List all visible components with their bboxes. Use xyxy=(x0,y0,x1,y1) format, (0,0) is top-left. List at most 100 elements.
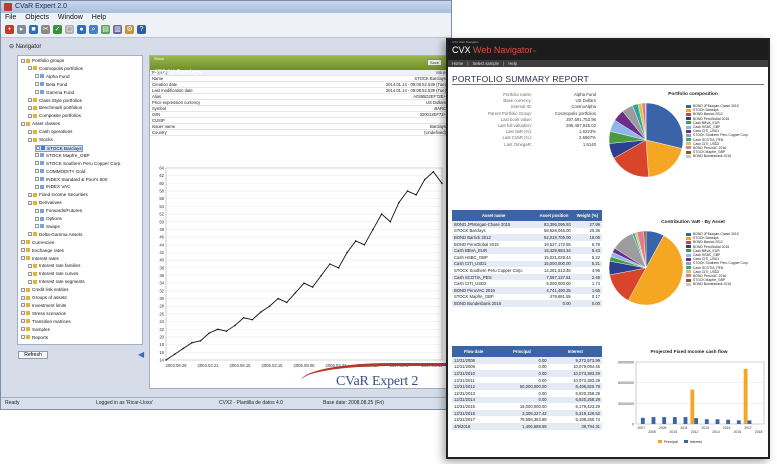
tree-expander-icon[interactable]: - xyxy=(21,319,25,324)
tree-expander-icon[interactable] xyxy=(35,216,39,221)
column-header[interactable]: Principal xyxy=(495,346,549,357)
tree-item[interactable]: - Composite portfolios xyxy=(28,113,81,118)
tree-expander-icon[interactable]: - xyxy=(28,105,32,110)
tree-expander-icon[interactable]: - xyxy=(28,271,32,276)
nav-select-sample[interactable]: Select sample xyxy=(473,61,499,66)
tree-expander-icon[interactable]: - xyxy=(21,287,25,292)
settings-icon[interactable]: ⚙ xyxy=(125,25,134,34)
tree-expander-icon[interactable]: - xyxy=(28,192,32,197)
tree-item[interactable]: - Stocks xyxy=(28,137,53,142)
tree-expander-icon[interactable]: - xyxy=(28,232,32,237)
chart-icon[interactable]: ▤ xyxy=(101,25,110,34)
cut-icon[interactable]: ✂ xyxy=(41,25,50,34)
tree-item[interactable]: - Samples xyxy=(21,327,50,332)
tree-item[interactable]: Swaps xyxy=(35,224,60,229)
menu-help[interactable]: Help xyxy=(92,14,106,21)
tree-item[interactable]: COMMODITY Gold xyxy=(35,169,85,174)
help-icon[interactable]: ? xyxy=(137,25,146,34)
tree-item[interactable]: - Credit risk entities xyxy=(21,287,69,292)
tree-item[interactable]: Forwards/Futures xyxy=(35,208,82,213)
tree-item[interactable]: - Portfolio groups xyxy=(21,58,64,63)
property-row[interactable]: Country (Undefined) xyxy=(150,129,448,136)
tree-expander-icon[interactable]: - xyxy=(28,66,32,71)
new-icon[interactable]: + xyxy=(5,25,14,34)
tree-expander-icon[interactable]: - xyxy=(21,327,25,332)
tree-expander-icon[interactable] xyxy=(35,82,39,87)
tree-expander-icon[interactable]: - xyxy=(21,256,25,260)
app-titlebar[interactable]: CVaR Expert 2.0 xyxy=(1,1,451,13)
tree-expander-icon[interactable] xyxy=(35,153,39,158)
tree-expander-icon[interactable]: - xyxy=(21,335,25,339)
tree-item[interactable]: - Investment limits xyxy=(21,303,66,308)
tree-item[interactable]: - Cosmopolis portfolios xyxy=(28,66,83,71)
tree-item[interactable]: - Currencies xyxy=(21,240,54,245)
column-header[interactable]: Interest xyxy=(548,346,602,357)
tree-item[interactable]: Alpha Fund xyxy=(35,74,70,79)
tree-expander-icon[interactable] xyxy=(35,184,39,189)
menu-window[interactable]: Window xyxy=(58,14,83,21)
nav-home[interactable]: Home xyxy=(452,61,463,66)
tree-expander-icon[interactable]: - xyxy=(21,303,25,308)
tree-item[interactable]: INDEX VAC xyxy=(35,184,70,189)
tree-item[interactable]: - Benchmark portfolios xyxy=(28,105,82,110)
refresh-button[interactable]: Refresh xyxy=(18,351,48,359)
tree-item[interactable]: - Transition matrices xyxy=(21,319,71,324)
copy-icon[interactable]: ▢ xyxy=(65,25,74,34)
run-icon[interactable]: ● xyxy=(77,25,86,34)
nav-help[interactable]: Help xyxy=(508,61,517,66)
tree-expander-icon[interactable]: - xyxy=(28,279,32,284)
save-icon[interactable]: ■ xyxy=(29,25,38,34)
column-header[interactable]: Flow date xyxy=(452,346,496,357)
menu-file[interactable]: File xyxy=(5,14,16,21)
check-icon[interactable]: ✓ xyxy=(53,25,62,34)
tree-expander-icon[interactable]: - xyxy=(28,263,32,268)
tree-item[interactable]: - Reports xyxy=(21,335,48,340)
tree-expander-icon[interactable]: - xyxy=(21,295,25,300)
tree-expander-icon[interactable]: - xyxy=(21,240,25,245)
report-icon[interactable]: ▥ xyxy=(113,25,122,34)
column-header[interactable]: Weight (%) xyxy=(572,210,602,221)
tree-expander-icon[interactable] xyxy=(35,169,39,174)
tree-item[interactable]: - Asset classes xyxy=(21,121,60,126)
collapse-arrow-icon[interactable]: ◀ xyxy=(138,350,144,359)
open-icon[interactable]: ▸ xyxy=(17,25,26,34)
tree-item[interactable]: Beta Fund xyxy=(35,82,67,87)
zoom-icon[interactable]: ⌕ xyxy=(89,25,98,34)
tree-expander-icon[interactable]: - xyxy=(28,129,32,134)
tree-item[interactable]: - Interest rate families xyxy=(28,263,80,268)
tree-item[interactable]: - Fixed income Securities xyxy=(28,192,88,197)
tree-expander-icon[interactable]: - xyxy=(21,58,25,63)
tree-expander-icon[interactable]: - xyxy=(28,137,32,142)
tree-item[interactable]: STOCK Barclays xyxy=(35,144,83,152)
tree-expander-icon[interactable] xyxy=(35,177,39,181)
tree-expander-icon[interactable] xyxy=(35,74,39,79)
tree-expander-icon[interactable]: - xyxy=(21,121,25,126)
tree-item[interactable]: - Groups of assets xyxy=(21,295,67,300)
save-button[interactable]: Save xyxy=(426,59,442,66)
tree-item[interactable]: - Exchange rates xyxy=(21,248,64,253)
tree-expander-icon[interactable]: - xyxy=(28,113,32,118)
tree-expander-icon[interactable]: - xyxy=(21,248,25,253)
column-header[interactable]: Asset position xyxy=(535,210,573,221)
tree-item[interactable]: - Delta-Gamma Assets xyxy=(28,232,82,237)
tree-item[interactable]: STOCK Southern Peru Copper Corp. xyxy=(35,161,122,166)
navigator-tree[interactable]: - Portfolio groups - Cosmopolis portfolios A… xyxy=(17,55,143,345)
tree-expander-icon[interactable] xyxy=(35,224,39,229)
tree-item[interactable]: INDEX Standard & Poor's 500 xyxy=(35,177,107,182)
tree-item[interactable]: - Cash operations xyxy=(28,129,72,134)
tree-item[interactable]: STOCK Mapfre_GBP xyxy=(35,153,90,158)
tree-item[interactable]: - Class Style portfolios xyxy=(28,98,82,103)
tree-item[interactable]: - Interest rate curves xyxy=(28,271,78,276)
tree-expander-icon[interactable]: - xyxy=(21,311,25,316)
tree-item[interactable]: - Interest rates xyxy=(21,256,59,261)
tree-expander-icon[interactable] xyxy=(35,208,39,213)
tree-expander-icon[interactable] xyxy=(35,90,39,95)
tree-expander-icon[interactable] xyxy=(36,146,40,151)
tree-item[interactable]: - Stress scenarios xyxy=(21,311,66,316)
tree-expander-icon[interactable]: - xyxy=(28,98,32,102)
tree-item[interactable]: Options xyxy=(35,216,62,221)
menu-objects[interactable]: Objects xyxy=(25,14,49,21)
tree-expander-icon[interactable] xyxy=(35,161,39,166)
tree-expander-icon[interactable]: - xyxy=(28,200,32,205)
tree-item[interactable]: - Interest rate segments xyxy=(28,279,85,284)
